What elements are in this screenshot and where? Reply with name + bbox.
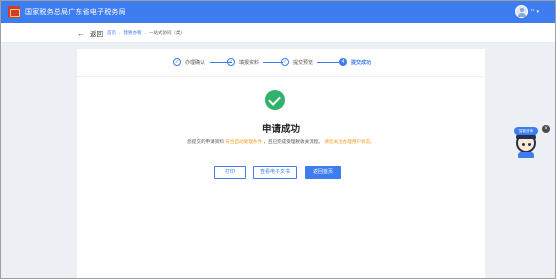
step-label: 提交预览 [293, 59, 314, 66]
assistant-eye-icon [528, 143, 531, 146]
step-connector [317, 62, 339, 63]
return-home-button[interactable]: 返回首页 [305, 166, 341, 179]
breadcrumb-separator: › [144, 30, 147, 36]
sub-header: ← 返回 首页 › 我要办税 › 一站式协同（类） [1, 23, 555, 43]
main-card: ✓ 办理确认 ✓ 填报资料 ✓ 提交预览 4 提交成功 申请成功 您提交的申请资… [77, 49, 485, 278]
browser-frame: 国家税务总局广东省电子税务局 ** ▾ ← 返回 首页 › 我要办税 › 一站式… [0, 0, 556, 279]
avatar-icon[interactable] [514, 5, 528, 18]
desc-middle: ，且已完成受理税收关流程。 [263, 139, 323, 144]
desc-highlight-status[interactable]: 请您关注办理用户状态。 [324, 139, 375, 144]
user-name: ** [530, 8, 535, 15]
check-circle-icon: ✓ [173, 58, 181, 66]
view-document-button[interactable]: 查看电子文书 [253, 166, 297, 179]
progress-stepper: ✓ 办理确认 ✓ 填报资料 ✓ 提交预览 4 提交成功 [77, 49, 485, 77]
assistant-badge: 智能咨询 [514, 127, 538, 135]
step-success: 4 提交成功 [339, 58, 371, 66]
step-connector [263, 62, 283, 63]
arrow-left-icon: ← [77, 28, 85, 38]
step-confirm: ✓ 办理确认 [173, 58, 205, 66]
chevron-down-icon[interactable]: ▾ [536, 9, 539, 15]
check-circle-icon: ✓ [281, 58, 289, 66]
step-label: 提交成功 [351, 59, 372, 66]
breadcrumb-separator: › [119, 30, 121, 36]
result-description: 您提交的申请资料 符合自动受理条件 ，且已完成受理税收关流程。 请您关注办理用户… [77, 139, 485, 145]
top-bar: 国家税务总局广东省电子税务局 ** ▾ [1, 1, 555, 23]
desc-highlight-accepted: 符合自动受理条件 [225, 139, 262, 144]
step-number-icon: 4 [339, 58, 347, 66]
step-label: 办理确认 [185, 59, 206, 66]
assistant-body-icon [518, 152, 534, 158]
result-title: 申请成功 [261, 124, 300, 135]
site-title: 国家税务总局广东省电子税务局 [25, 9, 126, 16]
assistant-widget[interactable]: 智能咨询 [511, 125, 541, 159]
breadcrumb-current: 一站式协同（类） [149, 30, 185, 35]
back-button[interactable]: ← 返回 [77, 28, 103, 39]
breadcrumb: 首页 › 我要办税 › 一站式协同（类） [107, 30, 185, 36]
assistant-eye-icon [522, 143, 525, 146]
step-preview: ✓ 提交预览 [281, 58, 313, 66]
breadcrumb-tax-service[interactable]: 我要办税 [124, 30, 142, 36]
print-button[interactable]: 打印 [214, 166, 246, 179]
tax-bureau-logo-icon [8, 6, 20, 18]
close-icon[interactable]: × [542, 125, 550, 133]
step-fill-info: ✓ 填报资料 [227, 58, 259, 66]
success-check-icon [265, 90, 285, 110]
desc-prefix: 您提交的申请资料 [187, 139, 224, 144]
step-label: 填报资料 [239, 59, 260, 66]
breadcrumb-home[interactable]: 首页 [107, 30, 116, 36]
back-label: 返回 [90, 31, 103, 38]
check-circle-icon: ✓ [227, 58, 235, 66]
user-menu[interactable]: ** ▾ [514, 5, 539, 18]
